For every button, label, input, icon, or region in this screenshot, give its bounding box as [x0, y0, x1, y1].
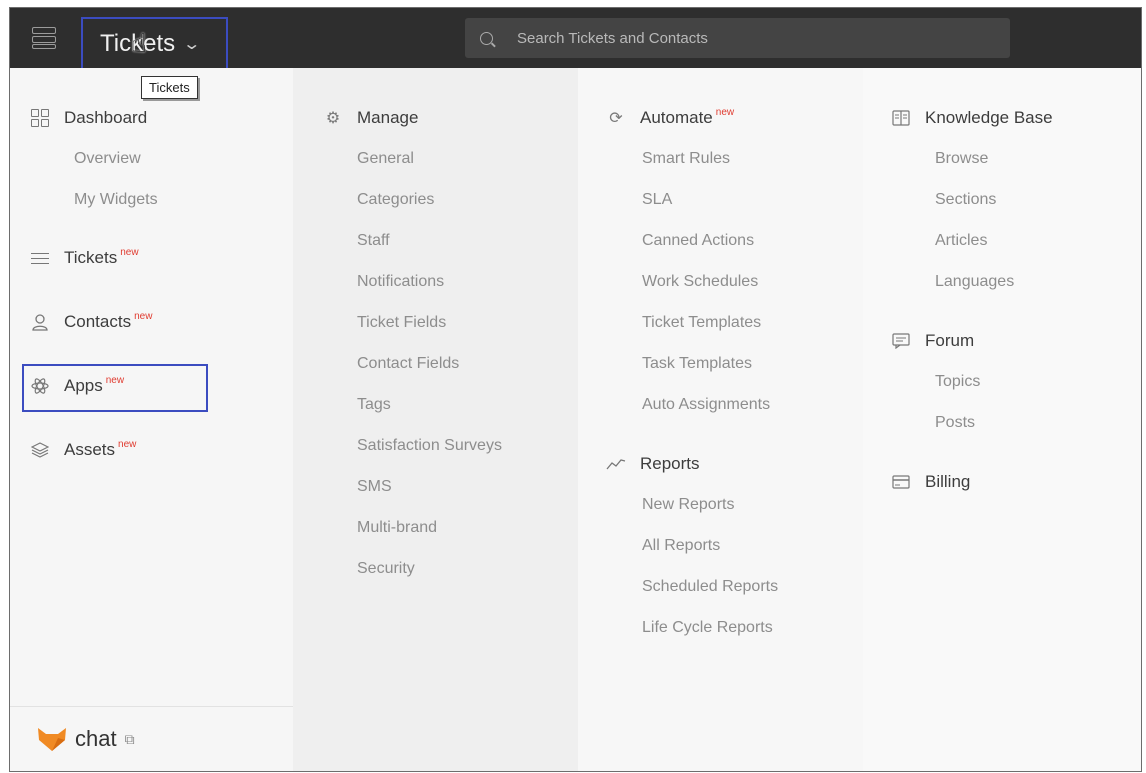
top-bar: Tickets ⌄ — [10, 8, 1141, 70]
automate-column: ⟳ Automate new Smart Rules SLA Canned Act… — [578, 68, 863, 771]
menu-item-life-cycle-reports[interactable]: Life Cycle Reports — [642, 619, 773, 637]
menu-icon[interactable] — [28, 24, 60, 52]
forum-heading[interactable]: Forum — [891, 331, 974, 351]
external-link-icon: ⧉ — [124, 730, 135, 747]
apps-icon — [30, 376, 50, 396]
automate-heading[interactable]: ⟳ Automate new — [606, 106, 735, 128]
sidebar-item-apps[interactable]: Apps new — [30, 374, 125, 396]
dashboard-icon — [30, 108, 50, 128]
sidebar-item-overview[interactable]: Overview — [74, 150, 141, 168]
layers-icon — [30, 440, 50, 460]
menu-item-work-schedules[interactable]: Work Schedules — [642, 273, 758, 291]
chat-label: chat — [75, 726, 117, 751]
refresh-icon: ⟳ — [609, 110, 623, 127]
fox-logo-icon — [38, 728, 66, 751]
forum-label: Forum — [925, 331, 975, 350]
menu-item-scheduled-reports[interactable]: Scheduled Reports — [642, 578, 778, 596]
menu-item-smart-rules[interactable]: Smart Rules — [642, 150, 730, 168]
reports-heading[interactable]: Reports — [606, 454, 700, 474]
menu-item-languages[interactable]: Languages — [935, 273, 1014, 291]
menu-item-security[interactable]: Security — [357, 560, 415, 578]
menu-item-sms[interactable]: SMS — [357, 478, 392, 496]
billing-heading[interactable]: Billing — [891, 472, 970, 492]
menu-item-staff[interactable]: Staff — [357, 232, 390, 250]
sidebar-item-tickets[interactable]: Tickets new — [30, 246, 139, 268]
knowledge-column: Knowledge Base Browse Sections Articles … — [863, 68, 1141, 771]
assets-label: Assets — [64, 440, 116, 459]
billing-label: Billing — [925, 472, 971, 491]
menu-item-tags[interactable]: Tags — [357, 396, 391, 414]
menu-item-multi-brand[interactable]: Multi-brand — [357, 519, 437, 537]
menu-item-posts[interactable]: Posts — [935, 414, 975, 432]
menu-item-all-reports[interactable]: All Reports — [642, 537, 720, 555]
menu-item-contact-fields[interactable]: Contact Fields — [357, 355, 459, 373]
tickets-icon — [30, 248, 50, 268]
new-badge: new — [715, 106, 735, 118]
knowledge-base-heading[interactable]: Knowledge Base — [891, 108, 1053, 128]
new-badge: new — [134, 310, 153, 322]
menu-item-ticket-fields[interactable]: Ticket Fields — [357, 314, 446, 332]
menu-item-task-templates[interactable]: Task Templates — [642, 355, 752, 373]
menu-item-categories[interactable]: Categories — [357, 191, 434, 209]
gear-icon: ⚙ — [325, 110, 341, 127]
manage-column: ⚙ Manage General Categories Staff Notifi… — [293, 68, 578, 771]
menu-item-browse[interactable]: Browse — [935, 150, 988, 168]
menu-item-satisfaction-surveys[interactable]: Satisfaction Surveys — [357, 437, 502, 455]
menu-item-general[interactable]: General — [357, 150, 414, 168]
app-window: Tickets ⌄ ☝ Tickets Dashboard Overview M… — [9, 7, 1142, 772]
sidebar-item-assets[interactable]: Assets new — [30, 438, 137, 460]
divider — [10, 706, 293, 707]
automate-label: Automate — [640, 108, 713, 127]
chat-link[interactable]: chat ⧉ — [38, 726, 135, 752]
sidebar-item-dashboard[interactable]: Dashboard — [30, 108, 147, 128]
tickets-label: Tickets — [64, 248, 118, 267]
menu-item-notifications[interactable]: Notifications — [357, 273, 444, 291]
menu-item-topics[interactable]: Topics — [935, 373, 980, 391]
menu-item-auto-assignments[interactable]: Auto Assignments — [642, 396, 770, 414]
dashboard-label: Dashboard — [64, 108, 148, 127]
menu-item-new-reports[interactable]: New Reports — [642, 496, 734, 514]
manage-label: Manage — [357, 108, 419, 127]
new-badge: new — [120, 246, 139, 258]
menu-item-sla[interactable]: SLA — [642, 191, 672, 209]
tooltip: Tickets — [141, 76, 198, 99]
knowledge-base-label: Knowledge Base — [925, 108, 1053, 127]
menu-item-articles[interactable]: Articles — [935, 232, 987, 250]
sidebar-item-my-widgets[interactable]: My Widgets — [74, 191, 158, 209]
reports-label: Reports — [640, 454, 700, 473]
menu-item-sections[interactable]: Sections — [935, 191, 996, 209]
manage-heading[interactable]: ⚙ Manage — [323, 108, 419, 128]
search-bar[interactable] — [465, 18, 1010, 58]
search-icon — [480, 31, 493, 45]
book-icon — [891, 108, 911, 128]
contact-icon — [30, 312, 50, 332]
chevron-down-icon: ⌄ — [182, 35, 202, 53]
apps-label: Apps — [64, 376, 103, 395]
new-badge: new — [105, 374, 125, 386]
chat-bubble-icon — [891, 331, 911, 351]
new-badge: new — [118, 438, 137, 450]
module-switcher-button[interactable]: Tickets ⌄ — [81, 17, 228, 70]
search-input[interactable] — [517, 29, 987, 47]
menu-item-canned-actions[interactable]: Canned Actions — [642, 232, 754, 250]
sidebar-item-contacts[interactable]: Contacts new — [30, 310, 153, 332]
sidebar: Dashboard Overview My Widgets Tickets new… — [10, 68, 293, 771]
credit-card-icon — [891, 472, 911, 492]
trend-line-icon — [606, 454, 626, 474]
hand-cursor-icon: ☝ — [131, 28, 147, 58]
contacts-label: Contacts — [64, 312, 132, 331]
menu-item-ticket-templates[interactable]: Ticket Templates — [642, 314, 761, 332]
